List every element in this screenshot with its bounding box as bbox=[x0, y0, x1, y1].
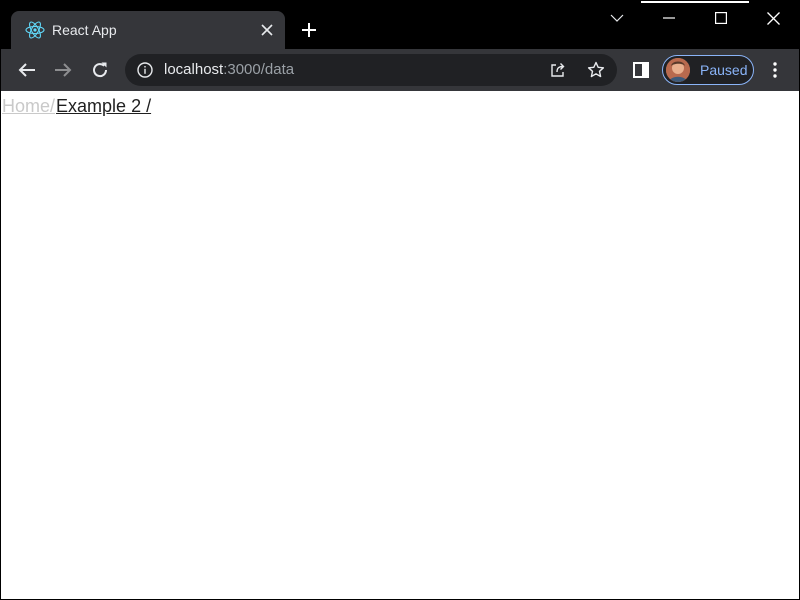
maximize-icon[interactable] bbox=[695, 1, 747, 35]
share-icon[interactable] bbox=[547, 59, 569, 81]
breadcrumb-current-link[interactable]: Example 2 / bbox=[56, 95, 151, 117]
breadcrumb-separator: / bbox=[50, 96, 56, 116]
tab-search-icon[interactable] bbox=[591, 1, 643, 35]
react-logo-icon bbox=[25, 20, 45, 40]
tab-strip: React App bbox=[1, 1, 799, 49]
minimize-icon[interactable] bbox=[643, 1, 695, 35]
tab-close-icon[interactable] bbox=[256, 19, 278, 41]
url-host: localhost bbox=[164, 61, 224, 78]
url-text[interactable]: localhost:3000/data bbox=[164, 61, 294, 79]
browser-window: React App localhost:3000/data Paused Hom… bbox=[0, 0, 800, 600]
close-window-icon[interactable] bbox=[747, 1, 799, 35]
forward-arrow-icon[interactable] bbox=[49, 56, 77, 84]
profile-button[interactable]: Paused bbox=[662, 55, 754, 85]
breadcrumb-home-link[interactable]: Home bbox=[2, 95, 50, 117]
reload-icon[interactable] bbox=[86, 56, 114, 84]
browser-toolbar: localhost:3000/data Paused bbox=[1, 49, 799, 91]
address-bar[interactable]: localhost:3000/data bbox=[125, 54, 617, 86]
avatar bbox=[666, 58, 690, 82]
breadcrumb: Home / Example 2 / bbox=[2, 95, 151, 117]
kebab-menu-icon[interactable] bbox=[761, 56, 789, 84]
back-arrow-icon[interactable] bbox=[13, 56, 41, 84]
bookmark-star-icon[interactable] bbox=[585, 59, 607, 81]
url-path: :3000/data bbox=[223, 61, 295, 78]
profile-status-label: Paused bbox=[700, 62, 748, 78]
tab-react-app[interactable]: React App bbox=[11, 11, 285, 49]
side-panel-icon[interactable] bbox=[627, 56, 655, 84]
page-content: Home / Example 2 / bbox=[1, 91, 799, 599]
site-info-icon[interactable] bbox=[135, 60, 155, 80]
new-tab-plus-icon[interactable] bbox=[297, 18, 321, 42]
tab-title: React App bbox=[52, 22, 117, 38]
